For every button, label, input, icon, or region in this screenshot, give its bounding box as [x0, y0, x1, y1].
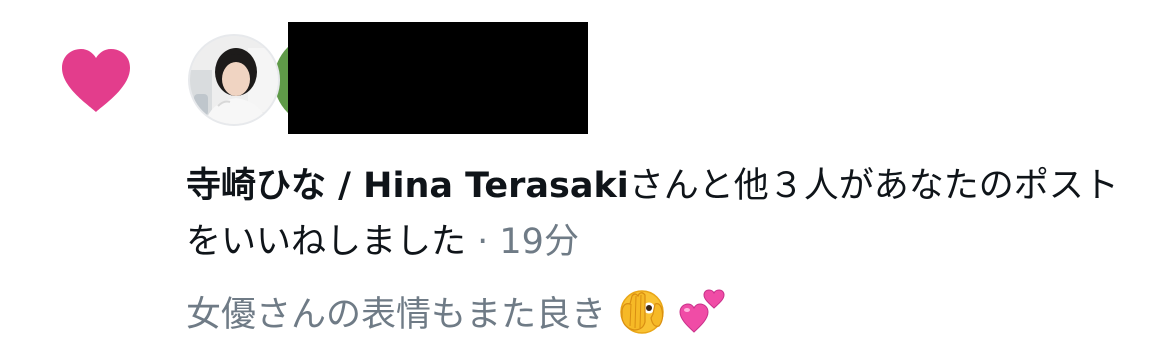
- profile-photo-icon: [190, 36, 278, 124]
- heart-icon: [62, 49, 130, 112]
- post-preview-text: 女優さんの表情もまた良き: [186, 295, 607, 335]
- timestamp: 19分: [499, 222, 579, 262]
- like-notification[interactable]: 寺崎ひな / Hina Terasakiさんと他３人があなたのポストをいいねしま…: [0, 0, 1170, 354]
- two-hearts-icon: [678, 288, 726, 353]
- separator: ·: [466, 222, 500, 262]
- redacted-avatars: [288, 118, 486, 134]
- post-preview[interactable]: 女優さんの表情もまた良き: [186, 286, 1146, 353]
- liker-avatars: [188, 22, 608, 134]
- liker-name[interactable]: 寺崎ひな / Hina Terasaki: [186, 166, 629, 206]
- redacted-avatars: [548, 30, 588, 116]
- face-with-peeking-eye-icon: [617, 286, 667, 353]
- avatar[interactable]: [188, 34, 280, 126]
- notification-message: 寺崎ひな / Hina Terasakiさんと他３人があなたのポストをいいねしま…: [186, 158, 1146, 270]
